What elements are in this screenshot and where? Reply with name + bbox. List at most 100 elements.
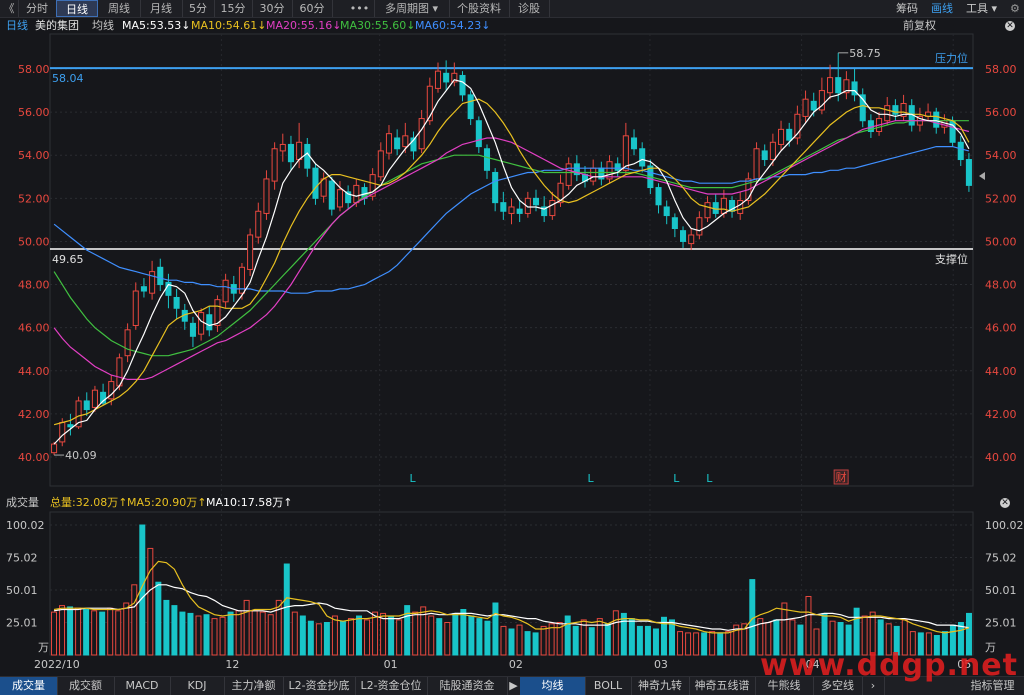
l-marker: L	[673, 472, 680, 485]
tab-main-net[interactable]: 主力净额	[224, 677, 284, 695]
volume-bar	[444, 622, 451, 656]
volume-bar	[307, 620, 314, 656]
volume-bar	[620, 612, 627, 656]
tab-l2-bottom[interactable]: L2-资金抄底	[283, 677, 356, 695]
candle-body	[786, 128, 793, 141]
candle-body	[132, 290, 139, 327]
volume-bar	[725, 631, 732, 656]
price-tick-right: 44.00	[985, 365, 1017, 378]
tab-macd[interactable]: MACD	[114, 677, 171, 695]
candle-body	[892, 105, 899, 115]
candle-body	[189, 322, 196, 337]
low-label: 40.09	[65, 449, 97, 462]
tab-hk-connect[interactable]: 陆股通资金	[427, 677, 508, 695]
tab-boll[interactable]: BOLL	[585, 677, 632, 695]
candle-body	[296, 141, 303, 161]
candle-body	[483, 148, 491, 171]
tab-kdj[interactable]: KDJ	[170, 677, 225, 695]
finance-marker: 财	[836, 470, 847, 484]
volume-bar	[83, 609, 90, 656]
candle-body	[353, 184, 360, 204]
ma5-line	[53, 79, 970, 445]
support-value: 49.65	[52, 253, 84, 266]
play-icon[interactable]: ▶	[507, 677, 521, 695]
volume-bar	[380, 612, 387, 656]
tab-l2-position[interactable]: L2-资金仓位	[355, 677, 428, 695]
candle-body	[418, 118, 425, 150]
volume-bar	[701, 632, 708, 656]
volume-bar	[251, 610, 258, 656]
candle-body	[663, 206, 670, 217]
candle-body	[630, 137, 638, 150]
price-tick-left: 56.00	[18, 106, 50, 119]
volume-bar	[693, 632, 700, 656]
x-tick: 12	[225, 658, 239, 671]
candle-body	[402, 135, 409, 148]
volume-tick-left: 25.01	[6, 616, 38, 629]
candle-body	[222, 279, 229, 303]
volume-bar	[492, 602, 499, 656]
volume-bar	[709, 631, 716, 656]
volume-bar	[452, 612, 459, 656]
kline-chart[interactable]: 58.00 58.00 56.00 56.00 54.00 54.00 52.00 52.00…	[0, 0, 1024, 694]
volume-bar	[596, 618, 603, 656]
tab-volume[interactable]: 成交量	[0, 677, 58, 695]
candle-body	[769, 141, 776, 161]
candle-body	[271, 148, 278, 182]
price-tick-right: 46.00	[985, 322, 1017, 335]
volume-bar	[187, 612, 194, 656]
volume-bar	[211, 618, 218, 656]
price-tick-right: 50.00	[985, 235, 1017, 248]
candle-body	[124, 329, 131, 357]
volume-bar	[259, 611, 266, 656]
candle-body	[394, 137, 401, 150]
candle-body	[565, 163, 572, 186]
l-marker: L	[588, 472, 595, 485]
candle-body	[328, 180, 335, 210]
price-tick-right: 52.00	[985, 192, 1017, 205]
ma30-line	[53, 120, 969, 357]
volume-bar	[115, 610, 122, 656]
candle-body	[255, 210, 262, 238]
price-tick-left: 54.00	[18, 149, 50, 162]
price-tick-right: 58.00	[985, 63, 1017, 76]
volume-bar	[572, 625, 579, 656]
price-tick-right: 42.00	[985, 408, 1017, 421]
candle-body	[590, 167, 597, 182]
volume-bar	[219, 616, 226, 656]
x-tick: 02	[509, 658, 523, 671]
candle-body	[778, 128, 785, 145]
price-tick-left: 48.00	[18, 279, 50, 292]
candle-body	[957, 141, 964, 161]
candle-body	[247, 234, 254, 270]
volume-bar	[364, 619, 371, 656]
volume-bar	[588, 627, 595, 656]
candle-body	[312, 167, 319, 199]
tab-wuxianpu[interactable]: 神奇五线谱	[689, 677, 756, 695]
volume-tick-left: 75.02	[6, 551, 38, 564]
l-marker: L	[410, 472, 417, 485]
price-tick-left: 52.00	[18, 192, 50, 205]
candle-body	[696, 217, 703, 236]
volume-bar	[476, 618, 483, 656]
high-label: 58.75	[849, 47, 881, 60]
candle-body	[679, 230, 687, 242]
price-tick-left: 50.00	[18, 235, 50, 248]
volume-bar	[315, 623, 322, 656]
candle-body	[688, 234, 695, 245]
tab-turnover[interactable]: 成交额	[57, 677, 115, 695]
volume-bar	[685, 632, 692, 656]
volume-bar	[299, 615, 306, 656]
tab-td9[interactable]: 神奇九转	[631, 677, 690, 695]
volume-tick-right: 50.01	[985, 584, 1017, 597]
candle-body	[933, 111, 940, 128]
ma20-line	[53, 120, 970, 380]
tab-ma[interactable]: 均线	[520, 677, 586, 695]
volume-bar	[540, 625, 547, 656]
volume-bar	[612, 610, 619, 656]
volume-bar	[227, 611, 234, 656]
candle-body	[500, 202, 507, 212]
candle-body	[508, 206, 515, 214]
candle-body	[614, 163, 621, 171]
volume-bar	[331, 615, 338, 656]
